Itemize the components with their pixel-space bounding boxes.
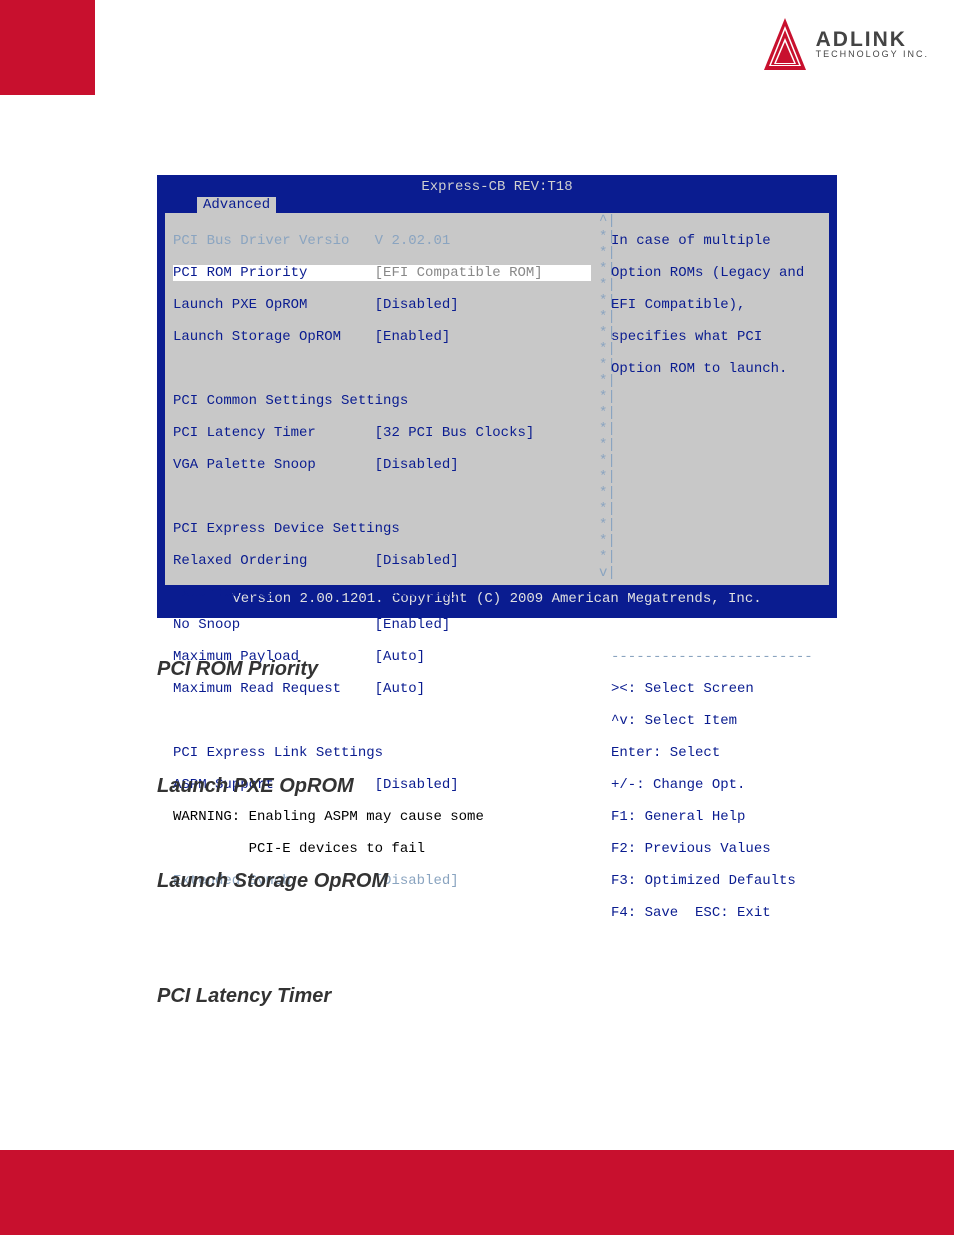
corner-red-tab [0,0,95,95]
bios-key-hint: ^v: Select Item [611,713,825,729]
bios-item-label[interactable]: Launch PXE OpROM [173,297,307,313]
bios-group-title: PCI Common Settings Settings [173,393,591,409]
bios-key-hint: F2: Previous Values [611,841,825,857]
bios-driver-version-value: V 2.02.01 [375,233,451,249]
bios-help-line: Option ROM to launch. [611,361,825,377]
bios-right-pane: In case of multiple Option ROMs (Legacy … [607,213,829,585]
bios-help-line: specifies what PCI [611,329,825,345]
bios-separator: ------------------------ [611,649,825,665]
bios-item-value[interactable]: [Disabled] [375,457,459,473]
bios-item-label[interactable]: PCI Latency Timer [173,425,316,441]
bios-body: PCI Bus Driver Versio V 2.02.01 PCI ROM … [165,213,829,585]
bios-help-line: EFI Compatible), [611,297,825,313]
bios-item-label[interactable]: VGA Palette Snoop [173,457,316,473]
logo-subtitle: TECHNOLOGY INC. [816,50,929,59]
bios-item-label[interactable]: Extended Tag [173,585,274,601]
bios-item-label[interactable]: Relaxed Ordering [173,553,307,569]
bios-item-value[interactable]: [Enabled] [375,329,451,345]
bios-key-hint: ><: Select Screen [611,681,825,697]
bios-help-line: Option ROMs (Legacy and [611,265,825,281]
bios-key-hint: F1: General Help [611,809,825,825]
bios-tab-bar: Advanced [157,197,837,213]
bios-help-line: In case of multiple [611,233,825,249]
bios-item-value[interactable]: [Auto] [375,649,425,665]
bios-item-label[interactable]: Launch Storage OpROM [173,329,341,345]
logo-triangle-icon [764,18,806,70]
bios-key-hint: F3: Optimized Defaults [611,873,825,889]
bios-tab-advanced[interactable]: Advanced [197,197,276,213]
footer-red-bar [0,1150,954,1235]
doc-heading-pci-rom-priority: PCI ROM Priority [157,658,318,681]
bios-item-value[interactable]: [Disabled] [375,297,459,313]
bios-key-hint: +/-: Change Opt. [611,777,825,793]
bios-item-value[interactable]: [Disabled] [375,553,459,569]
doc-heading-launch-pxe-oprom: Launch PXE OpROM [157,775,354,798]
doc-heading-launch-storage-oprom: Launch Storage OpROM [157,870,388,893]
bios-group-title: PCI Express Link Settings [173,745,591,761]
logo-name: ADLINK [816,29,929,50]
bios-left-pane: PCI Bus Driver Versio V 2.02.01 PCI ROM … [165,213,599,585]
bios-item-label[interactable]: Maximum Read Request [173,681,341,697]
bios-item-value[interactable]: [Auto] [375,681,425,697]
bios-item-label[interactable]: No Snoop [173,617,240,633]
bios-warning-line-2: PCI-E devices to fail [173,841,591,857]
doc-heading-pci-latency-timer: PCI Latency Timer [157,985,331,1008]
bios-title: Express-CB REV:T18 [157,175,837,197]
bios-item-value[interactable]: [Enabled] [375,617,451,633]
bios-warning-line-1: WARNING: Enabling ASPM may cause some [173,809,591,825]
brand-logo: ADLINK TECHNOLOGY INC. [764,18,929,70]
bios-driver-version-label: PCI Bus Driver Versio [173,233,349,249]
bios-group-title: PCI Express Device Settings [173,521,591,537]
bios-item-value[interactable]: [Disabled] [375,585,459,601]
bios-item-value[interactable]: [Disabled] [375,777,459,793]
bios-column-separator: ^| *| *| *| *| *| *| *| *| *| *| *| *| *… [599,213,607,585]
bios-item-value[interactable]: [32 PCI Bus Clocks] [375,425,535,441]
bios-screenshot: Express-CB REV:T18 Advanced PCI Bus Driv… [157,175,837,618]
bios-key-hint: F4: Save ESC: Exit [611,905,825,921]
bios-key-hint: Enter: Select [611,745,825,761]
bios-selected-value[interactable]: [EFI Compatible ROM] [375,265,543,281]
bios-selected-label[interactable]: PCI ROM Priority [173,265,307,281]
